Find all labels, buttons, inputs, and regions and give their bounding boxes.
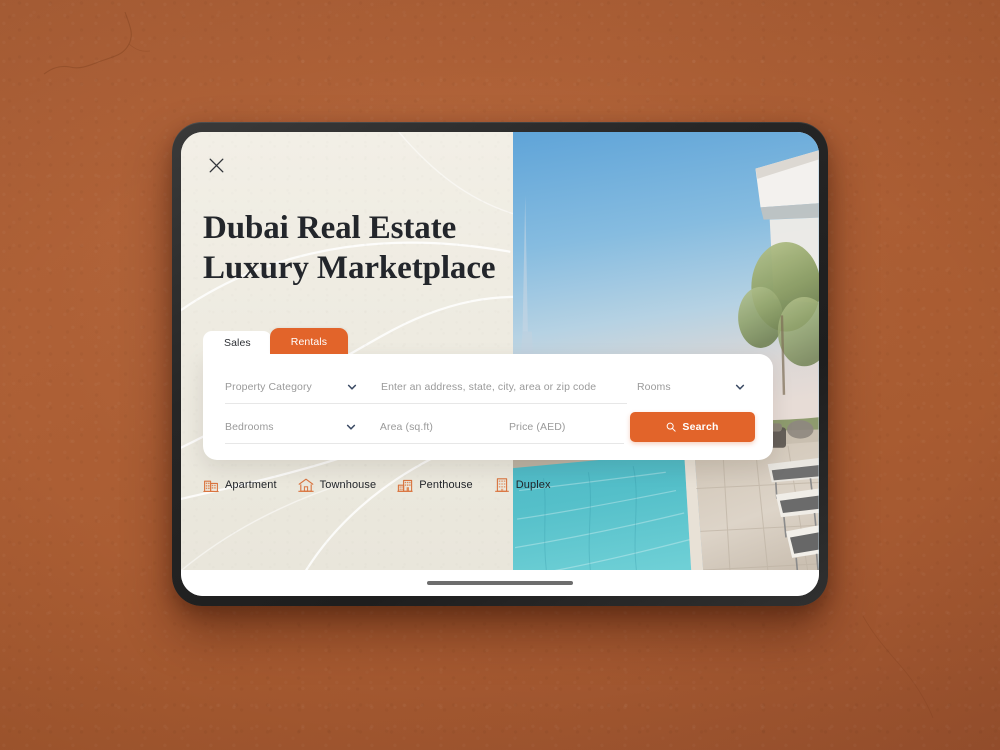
property-type-shortcuts: Apartment Townhouse Penthouse Duplex (203, 477, 551, 493)
property-category-placeholder: Property Category (225, 380, 312, 393)
bedrooms-select[interactable]: Bedrooms (225, 410, 364, 444)
chevron-down-icon (346, 424, 356, 430)
search-icon (667, 422, 677, 432)
apartment-building-icon (203, 480, 219, 492)
wall-crack-decoration-2 (862, 615, 934, 719)
duplex-building-icon (494, 478, 509, 492)
property-type-label: Apartment (225, 479, 277, 491)
property-type-label: Townhouse (319, 479, 377, 491)
property-category-select[interactable]: Property Category (225, 370, 365, 404)
property-type-apartment[interactable]: Apartment (203, 477, 277, 493)
rooms-placeholder: Rooms (637, 380, 671, 393)
search-button[interactable]: Search (630, 412, 755, 442)
area-placeholder: Area (sq.ft) (379, 420, 434, 433)
tablet-screen: Dubai Real Estate Luxury Marketplace Sal… (181, 132, 819, 596)
property-search-panel: Sales Rentals Property Category Enter an… (203, 324, 773, 460)
app-viewport: Dubai Real Estate Luxury Marketplace Sal… (181, 132, 819, 570)
page-title: Dubai Real Estate Luxury Marketplace (203, 208, 496, 289)
address-search-input[interactable]: Enter an address, state, city, area or z… (365, 370, 627, 404)
desktop-background: Dubai Real Estate Luxury Marketplace Sal… (0, 0, 1000, 750)
wall-crack-decoration (43, 11, 151, 75)
tab-rentals[interactable]: Rentals (269, 327, 349, 354)
system-home-bar (181, 570, 819, 596)
address-placeholder: Enter an address, state, city, area or z… (381, 380, 597, 393)
chevron-down-icon (347, 384, 357, 390)
house-roof-icon (297, 478, 314, 492)
property-type-label: Penthouse (419, 479, 473, 491)
page-title-line-1: Dubai Real Estate (203, 210, 457, 246)
property-type-penthouse[interactable]: Penthouse (397, 477, 473, 493)
property-type-duplex[interactable]: Duplex (494, 477, 551, 493)
bedrooms-placeholder: Bedrooms (225, 420, 274, 433)
rooms-select[interactable]: Rooms (627, 370, 753, 404)
tab-sales[interactable]: Sales (203, 330, 272, 354)
search-card: Property Category Enter an address, stat… (203, 354, 773, 460)
search-button-label: Search (682, 421, 719, 433)
close-icon (209, 158, 223, 172)
search-type-tabs: Sales Rentals (203, 324, 773, 354)
search-row-2: Bedrooms Area (sq.ft) Price (AED) Search (225, 410, 755, 444)
price-placeholder: Price (AED) (508, 420, 566, 433)
penthouse-building-icon (397, 479, 413, 492)
property-type-townhouse[interactable]: Townhouse (297, 477, 377, 493)
page-title-line-2: Luxury Marketplace (203, 250, 496, 287)
tablet-device-frame: Dubai Real Estate Luxury Marketplace Sal… (172, 122, 828, 606)
close-button[interactable] (203, 152, 229, 178)
property-type-label: Duplex (515, 479, 551, 491)
area-input[interactable]: Area (sq.ft) (363, 410, 493, 444)
price-input[interactable]: Price (AED) (492, 410, 625, 444)
chevron-down-icon (735, 384, 745, 390)
home-indicator[interactable] (427, 581, 573, 585)
search-row-1: Property Category Enter an address, stat… (225, 370, 755, 404)
